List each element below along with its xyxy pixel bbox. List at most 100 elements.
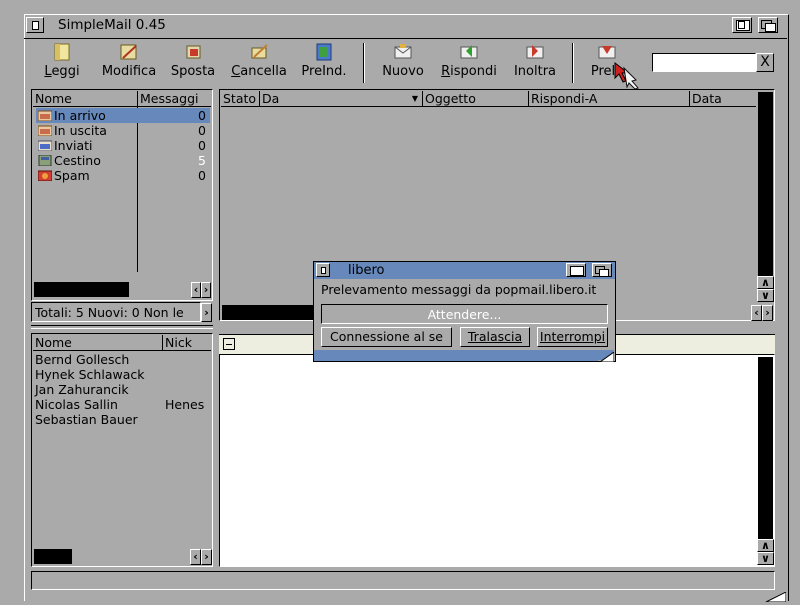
- contact-row[interactable]: Nicolas Sallin Henes: [35, 397, 210, 412]
- header-divider: [33, 106, 211, 107]
- message-header-status[interactable]: Stato: [221, 91, 260, 106]
- folder-list[interactable]: Nome Messaggi In arrivo 0 In uscita 0 In…: [31, 89, 213, 301]
- folder-hscroll-knob[interactable]: [34, 282, 129, 297]
- addressbook-header-name[interactable]: Nome: [33, 335, 163, 350]
- toolbar-label: Modifica: [101, 64, 157, 79]
- scroll-right-button[interactable]: ›: [201, 282, 211, 298]
- contact-row[interactable]: Bernd Gollesch: [35, 352, 210, 367]
- toolbar-label: eggi: [51, 64, 80, 79]
- scroll-up-button[interactable]: ∧: [757, 539, 774, 552]
- scroll-up-button[interactable]: ∧: [757, 276, 774, 289]
- window-titlebar[interactable]: SimpleMail 0.45: [24, 14, 787, 38]
- spam-folder-icon: [37, 169, 53, 182]
- message-header-reply-to[interactable]: Rispondi-A: [529, 91, 690, 106]
- toolbar-button-address-book[interactable]: PreInd.: [298, 42, 350, 86]
- contact-name: Bernd Gollesch: [35, 352, 130, 367]
- addressbook-header-nick[interactable]: Nick: [163, 335, 211, 350]
- folder-header-messages[interactable]: Messaggi: [138, 91, 208, 106]
- zoom-gadget[interactable]: [566, 263, 586, 277]
- toolbar-separator: [572, 43, 574, 83]
- depth-gadget[interactable]: [758, 17, 778, 33]
- forward-icon: [524, 42, 546, 62]
- toolbar-button-reply[interactable]: Rispondi: [440, 42, 498, 86]
- addressbook-list[interactable]: Nome Nick Bernd Gollesch Hynek Schlawack…: [31, 333, 213, 567]
- folder-row[interactable]: Inviati 0: [37, 138, 208, 153]
- folder-header-name[interactable]: Nome: [33, 91, 138, 106]
- progress-dialog: libero Prelevamento messaggi da popmail.…: [313, 261, 616, 363]
- zoom-gadget[interactable]: [732, 17, 752, 33]
- folder-status-bar: Totali: 5 Nuovi: 0 Non le: [31, 302, 201, 322]
- trash-folder-icon: [38, 154, 52, 167]
- clear-search-button[interactable]: X: [756, 53, 774, 72]
- abort-button[interactable]: Interrompi: [537, 327, 608, 347]
- read-icon: [51, 42, 73, 62]
- folder-name: Cestino: [54, 153, 101, 168]
- delete-icon: [248, 42, 270, 62]
- toolbar-separator: [363, 43, 365, 83]
- scroll-right-button[interactable]: ›: [201, 549, 212, 565]
- close-gadget[interactable]: [316, 263, 330, 277]
- toolbar-label: Sposta: [170, 64, 216, 79]
- scroll-down-button[interactable]: ∨: [757, 552, 774, 565]
- depth-gadget[interactable]: [592, 263, 612, 277]
- folder-count: 5: [198, 153, 206, 168]
- skip-button[interactable]: Tralascia: [460, 327, 530, 347]
- folder-totals: Totali: 5 Nuovi: 0 Non le: [35, 305, 184, 320]
- message-header-subject[interactable]: Oggetto: [423, 91, 529, 106]
- folder-row[interactable]: Spam 0: [37, 168, 208, 183]
- folder-name: In arrivo: [54, 108, 106, 123]
- collapse-header-icon[interactable]: [223, 338, 235, 350]
- toolbar-label-underline: C: [231, 64, 241, 79]
- addressbook-hscroll-knob[interactable]: [34, 549, 72, 564]
- toolbar-label: ancella: [240, 64, 287, 79]
- contact-name: Jan Zahurancik: [35, 382, 129, 397]
- toolbar-label: PreInd.: [301, 64, 347, 79]
- folder-row[interactable]: In uscita 0: [37, 123, 208, 138]
- folder-count: 0: [198, 168, 206, 183]
- scroll-down-button[interactable]: ∨: [757, 289, 774, 302]
- preview-vscroll-knob[interactable]: [758, 357, 773, 539]
- dialog-title: libero: [348, 263, 385, 278]
- quick-search-input[interactable]: [652, 53, 756, 72]
- scroll-left-button[interactable]: ‹: [751, 305, 762, 321]
- dialog-titlebar[interactable]: libero: [314, 262, 615, 279]
- header-divider: [221, 106, 756, 107]
- scroll-left-button[interactable]: ‹: [190, 549, 201, 565]
- progress-text: Attendere...: [427, 307, 502, 322]
- folder-row[interactable]: Cestino 5: [38, 153, 208, 168]
- message-vscroll-knob[interactable]: [758, 92, 773, 276]
- contact-row[interactable]: Sebastian Bauer: [35, 412, 210, 427]
- edit-icon: [118, 42, 140, 62]
- status-expand-button[interactable]: ›: [201, 303, 212, 322]
- contact-row[interactable]: Jan Zahurancik: [35, 382, 210, 397]
- header-divider: [33, 350, 211, 351]
- contact-name: Nicolas Sallin: [35, 397, 118, 412]
- folder-name: Inviati: [54, 138, 93, 153]
- toolbar-button-forward[interactable]: Inoltra: [512, 42, 558, 86]
- toolbar-button-delete[interactable]: Cancella: [228, 42, 290, 86]
- close-gadget[interactable]: [26, 17, 44, 33]
- pane-divider[interactable]: [214, 89, 218, 569]
- message-header-date[interactable]: Data: [690, 91, 756, 106]
- toolbar-button-read[interactable]: Leggi: [40, 42, 84, 86]
- folder-count: 0: [198, 123, 206, 138]
- connection-status-button[interactable]: Connessione al se: [321, 327, 452, 347]
- contact-name: Hynek Schlawack: [35, 367, 145, 382]
- toolbar-button-new[interactable]: Nuovo: [378, 42, 428, 86]
- toolbar-button-move[interactable]: Sposta: [168, 42, 218, 86]
- scroll-right-button[interactable]: ›: [762, 305, 773, 321]
- outbox-folder-icon: [37, 124, 53, 137]
- toolbar-button-edit[interactable]: Modifica: [98, 42, 160, 86]
- inbox-folder-icon: [37, 109, 53, 122]
- toolbar-label: ispondi: [450, 64, 497, 79]
- toolbar-label-underline: R: [441, 64, 451, 79]
- message-preview[interactable]: ∧ ∨: [219, 354, 775, 567]
- message-header-from[interactable]: Da ▼: [260, 91, 423, 106]
- dialog-resize-gadget[interactable]: [598, 350, 615, 363]
- contact-nick: Henes: [165, 397, 205, 412]
- folder-row[interactable]: In arrivo 0: [37, 108, 208, 123]
- resize-gadget[interactable]: [762, 590, 787, 603]
- contact-row[interactable]: Hynek Schlawack: [35, 367, 210, 382]
- pane-splitter[interactable]: [31, 325, 213, 329]
- scroll-left-button[interactable]: ‹: [191, 282, 201, 298]
